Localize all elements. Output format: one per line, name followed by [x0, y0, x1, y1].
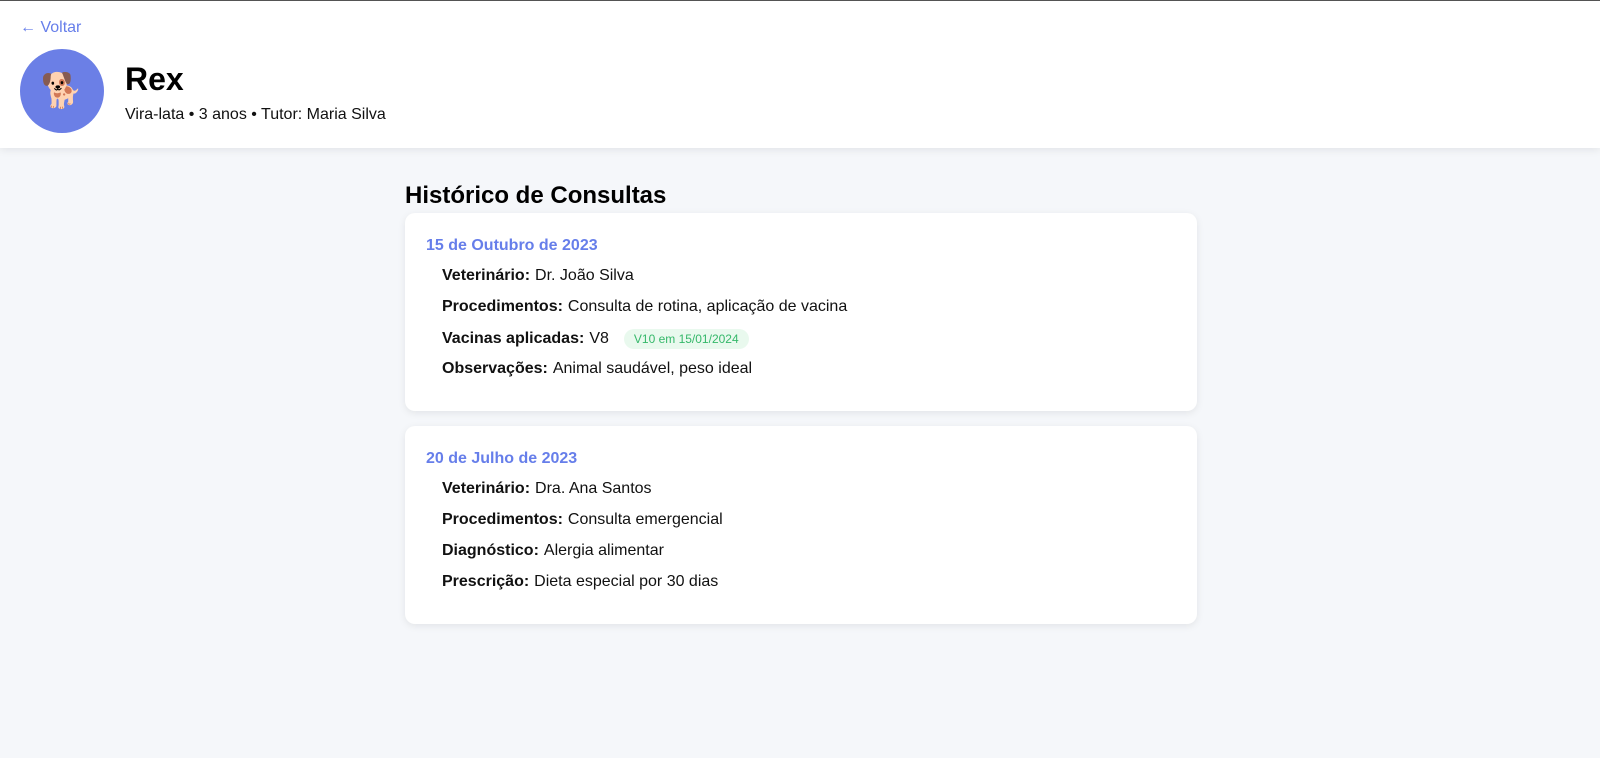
dog-icon: 🐕 [40, 72, 84, 110]
field-value: Dieta especial por 30 dias [534, 573, 719, 590]
field-label: Prescrição: [442, 573, 530, 590]
back-link[interactable]: ← Voltar [20, 19, 81, 37]
field-value: Consulta de rotina, aplicação de vacina [567, 298, 848, 315]
field-diagnosis: Diagnóstico: Alergia alimentar [442, 542, 664, 560]
field-veterinarian: Veterinário: Dr. João Silva [442, 267, 634, 285]
pet-header: ← Voltar 🐕 Rex Vira-lata • 3 anos • Tuto… [0, 1, 1600, 148]
field-observations: Observações: Animal saudável, peso ideal [442, 360, 752, 378]
field-label: Diagnóstico: [442, 542, 539, 559]
field-value: Dr. João Silva [535, 267, 634, 284]
section-title: Histórico de Consultas [405, 182, 667, 209]
field-label: Veterinário: [442, 480, 531, 497]
field-label: Procedimentos: [442, 511, 563, 528]
pet-name: Rex [125, 61, 184, 97]
pet-meta: Vira-lata • 3 anos • Tutor: Maria Silva [125, 106, 386, 123]
field-vaccines: Vacinas aplicadas: V8 V10 em 15/01/2024 [442, 329, 749, 349]
field-value: Consulta emergencial [567, 511, 723, 528]
consultation-date: 15 de Outubro de 2023 [426, 237, 598, 254]
field-label: Vacinas aplicadas: [442, 330, 585, 347]
field-label: Observações: [442, 360, 548, 377]
field-value: V8 [589, 330, 609, 347]
pet-avatar: 🐕 [20, 49, 104, 133]
consultation-card: 20 de Julho de 2023 Veterinário: Dra. An… [405, 426, 1197, 624]
field-procedures: Procedimentos: Consulta emergencial [442, 511, 723, 529]
field-value: Dra. Ana Santos [535, 480, 652, 497]
consultation-card: 15 de Outubro de 2023 Veterinário: Dr. J… [405, 213, 1197, 411]
field-prescription: Prescrição: Dieta especial por 30 dias [442, 573, 718, 591]
next-vaccine-badge: V10 em 15/01/2024 [623, 329, 749, 349]
field-veterinarian: Veterinário: Dra. Ana Santos [442, 480, 652, 498]
consultation-date: 20 de Julho de 2023 [426, 450, 578, 467]
field-procedures: Procedimentos: Consulta de rotina, aplic… [442, 298, 847, 316]
field-value: Animal saudável, peso ideal [552, 360, 753, 377]
field-label: Veterinário: [442, 267, 531, 284]
field-value: Alergia alimentar [543, 542, 664, 559]
field-label: Procedimentos: [442, 298, 563, 315]
